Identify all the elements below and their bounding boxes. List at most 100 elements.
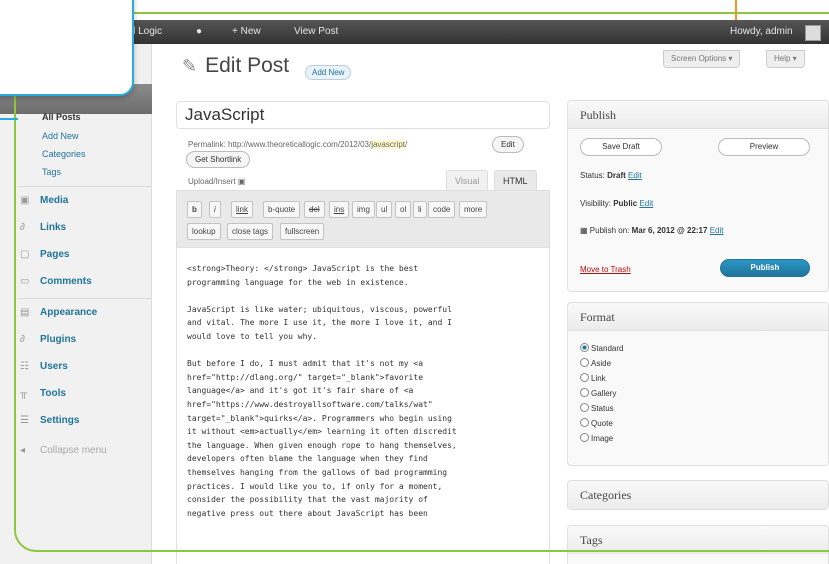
appearance-icon: ▤ — [20, 307, 30, 318]
tab-html[interactable]: HTML — [494, 170, 537, 191]
sidebar-item-pages[interactable]: ▢ Pages — [20, 244, 69, 266]
comments-icon[interactable]: ● — [196, 20, 202, 44]
format-option-aside[interactable]: Aside — [580, 358, 611, 368]
new-content-menu[interactable]: + New — [232, 20, 261, 44]
format-option-quote[interactable]: Quote — [580, 418, 613, 428]
sidebar-item-settings[interactable]: ☰ Settings — [20, 410, 79, 432]
page-title: ✎ Edit Post — [182, 54, 290, 77]
qt-bquote-button[interactable]: b-quote — [263, 201, 301, 218]
collapse-menu-button[interactable]: ◂ Collapse menu — [20, 440, 107, 462]
sidebar-sub-add-new[interactable]: Add New — [42, 131, 79, 141]
qt-img-button[interactable]: img — [352, 201, 375, 218]
qt-code-button[interactable]: code — [428, 201, 456, 218]
howdy-account-menu[interactable]: Howdy, admin — [730, 20, 793, 44]
qt-del-button[interactable]: del — [304, 201, 325, 218]
qt-italic-button[interactable]: i — [209, 201, 221, 218]
radio-icon — [580, 418, 589, 427]
sidebar-item-users[interactable]: ☷ Users — [20, 356, 68, 378]
add-new-button[interactable]: Add New — [305, 65, 352, 80]
content-paragraph: JavaScript is like water; ubiquitous, vi… — [187, 304, 452, 341]
qt-ins-button[interactable]: ins — [329, 201, 350, 218]
tools-icon: ╥ — [20, 388, 28, 399]
sidebar-item-plugins[interactable]: ∂ Plugins — [20, 329, 76, 351]
post-status: Status: Draft Edit — [580, 171, 642, 180]
format-option-gallery[interactable]: Gallery — [580, 388, 616, 398]
qt-more-button[interactable]: more — [459, 201, 488, 218]
sidebar-item-comments[interactable]: ▭ Comments — [20, 271, 92, 293]
format-option-standard[interactable]: Standard — [580, 343, 623, 353]
pushpin-icon: ✎ — [182, 56, 198, 76]
save-draft-button[interactable]: Save Draft — [580, 138, 662, 156]
pages-icon: ▢ — [20, 249, 30, 260]
publish-box-heading[interactable]: Publish — [568, 101, 828, 129]
format-box-heading[interactable]: Format — [568, 303, 828, 331]
qt-bold-button[interactable]: b — [187, 201, 202, 218]
sidebar-sub-tags[interactable]: Tags — [42, 167, 61, 177]
media-icon: ▣ — [20, 195, 30, 206]
media-upload-icon[interactable]: ▣ — [238, 177, 246, 186]
radio-icon — [580, 358, 589, 367]
decorative-line — [735, 0, 737, 20]
publish-button[interactable]: Publish — [720, 259, 810, 277]
view-post-link[interactable]: View Post — [294, 20, 338, 44]
format-option-link[interactable]: Link — [580, 373, 606, 383]
comments-icon: ▭ — [20, 276, 30, 287]
qt-close-tags-button[interactable]: close tags — [227, 223, 274, 240]
links-icon: ∂ — [20, 222, 25, 233]
sidebar-item-appearance[interactable]: ▤ Appearance — [20, 302, 97, 324]
qt-ol-button[interactable]: ol — [395, 201, 412, 218]
quicktags-toolbar: b i link b-quote del ins img ul ol li co… — [177, 191, 549, 248]
qt-link-button[interactable]: link — [231, 201, 254, 218]
tab-visual[interactable]: Visual — [446, 170, 489, 191]
edit-visibility-link[interactable]: Edit — [639, 199, 653, 208]
edit-status-link[interactable]: Edit — [628, 171, 642, 180]
highlight-callout — [0, 0, 134, 96]
sidebar-divider — [18, 186, 152, 187]
callout-connector — [0, 118, 18, 120]
edit-permalink-button[interactable]: Edit — [492, 136, 524, 153]
upload-insert[interactable]: Upload/Insert ▣ — [188, 177, 245, 186]
collapse-icon: ◂ — [20, 445, 26, 456]
tags-box-heading[interactable]: Tags — [568, 526, 828, 554]
users-icon: ☷ — [20, 361, 29, 372]
content-paragraph: But before I do, I must admit that it's … — [187, 359, 457, 518]
permalink-slug[interactable]: javascript — [371, 140, 405, 149]
sidebar-sub-all-posts[interactable]: All Posts — [42, 112, 81, 122]
permalink: Permalink: http://www.theoreticallogic.c… — [188, 140, 408, 149]
get-shortlink-button[interactable]: Get Shortlink — [186, 151, 251, 168]
radio-icon — [580, 403, 589, 412]
sidebar-item-media[interactable]: ▣ Media — [20, 190, 68, 212]
post-title-input[interactable]: JavaScript — [176, 101, 550, 129]
sidebar-sub-categories[interactable]: Categories — [42, 149, 86, 159]
sidebar-item-links[interactable]: ∂ Links — [20, 217, 66, 239]
radio-icon — [580, 373, 589, 382]
radio-selected-icon — [580, 343, 589, 352]
edit-date-link[interactable]: Edit — [710, 226, 724, 235]
sidebar-divider — [18, 298, 152, 299]
content-paragraph: <strong>Theory: </strong> JavaScript is … — [187, 264, 419, 287]
format-option-status[interactable]: Status — [580, 403, 614, 413]
radio-icon — [580, 388, 589, 397]
move-to-trash-link[interactable]: Move to Trash — [580, 265, 631, 274]
admin-sidebar: All Posts Add New Categories Tags ▣ Media… — [0, 44, 152, 564]
categories-box-heading[interactable]: Categories — [568, 481, 828, 509]
format-option-image[interactable]: Image — [580, 433, 613, 443]
sidebar-item-tools[interactable]: ╥ Tools — [20, 383, 66, 405]
screenshot-frame: etical Logic ● + New View Post Howdy, ad… — [0, 0, 829, 564]
publish-date: ▦ Publish on: Mar 6, 2012 @ 22:17 Edit — [580, 226, 724, 235]
screen-options-button[interactable]: Screen Options ▾ — [663, 50, 741, 68]
preview-button[interactable]: Preview — [718, 138, 810, 156]
qt-fullscreen-button[interactable]: fullscreen — [280, 223, 325, 240]
avatar[interactable] — [805, 25, 821, 41]
publish-box: Publish Save Draft Preview Status: Draft… — [567, 100, 829, 292]
qt-lookup-button[interactable]: lookup — [187, 223, 221, 240]
post-visibility: Visibility: Public Edit — [580, 199, 654, 208]
help-button[interactable]: Help ▾ — [766, 50, 805, 68]
post-content-editor[interactable]: b i link b-quote del ins img ul ol li co… — [176, 190, 550, 564]
calendar-icon: ▦ — [580, 226, 588, 235]
qt-ul-button[interactable]: ul — [376, 201, 393, 218]
content-textarea[interactable]: <strong>Theory: </strong> JavaScript is … — [187, 262, 545, 534]
tags-box: Tags — [567, 525, 829, 564]
qt-li-button[interactable]: li — [413, 201, 427, 218]
radio-icon — [580, 433, 589, 442]
